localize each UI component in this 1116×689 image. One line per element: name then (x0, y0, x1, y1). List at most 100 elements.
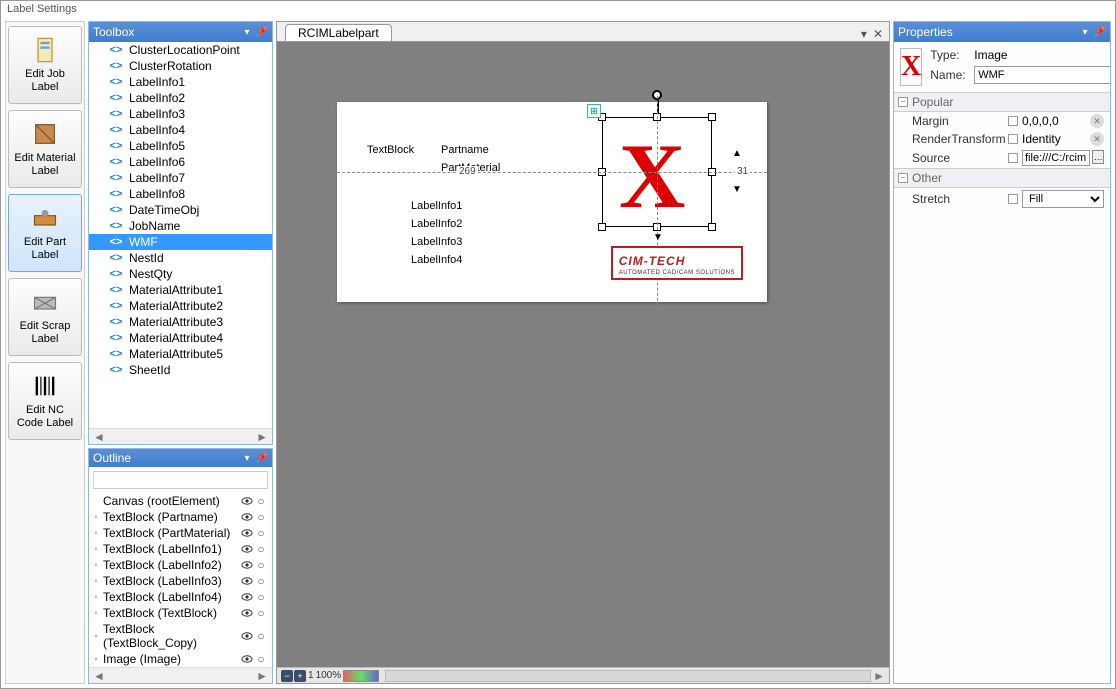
marker-icon[interactable] (1008, 194, 1018, 204)
expander-icon[interactable]: ◦ (91, 576, 101, 587)
outline-row[interactable]: ◦TextBlock (Partname)○ (89, 509, 272, 525)
tab-close-icon[interactable]: ✕ (873, 27, 883, 41)
edit-material-button[interactable]: Edit Material Label (8, 110, 82, 188)
outline-search[interactable] (93, 471, 268, 489)
outline-row[interactable]: ◦TextBlock (LabelInfo3)○ (89, 573, 272, 589)
outline-row[interactable]: ◦TextBlock (LabelInfo1)○ (89, 541, 272, 557)
eye-icon[interactable] (240, 558, 254, 572)
browse-icon[interactable]: … (1092, 150, 1104, 164)
toolbox-item[interactable]: <>WMF (89, 234, 272, 250)
label-sheet[interactable]: TextBlock Partname PartMaterial LabelInf… (337, 102, 767, 302)
lock-dot-icon[interactable]: ○ (256, 510, 266, 524)
expander-icon[interactable]: ◦ (91, 560, 101, 571)
expander-icon[interactable]: ◦ (91, 608, 101, 619)
lock-dot-icon[interactable]: ○ (256, 558, 266, 572)
eye-icon[interactable] (240, 526, 254, 540)
panel-dropdown-icon[interactable]: ▾ (245, 27, 250, 38)
toolbox-item[interactable]: <>MaterialAttribute5 (89, 346, 272, 362)
scroll-right-icon[interactable]: ► (256, 669, 268, 683)
pin-icon[interactable]: 📌 (1094, 27, 1106, 38)
textblock-label[interactable]: TextBlock (367, 144, 414, 156)
outline-list[interactable]: Canvas (rootElement)○◦TextBlock (Partnam… (89, 493, 272, 667)
toolbox-item[interactable]: <>MaterialAttribute2 (89, 298, 272, 314)
marker-icon[interactable] (1008, 134, 1018, 144)
zoom-out-button[interactable]: − (281, 670, 293, 682)
zoom-in-button[interactable]: + (294, 670, 306, 682)
panel-dropdown-icon[interactable]: ▾ (245, 453, 250, 464)
toolbox-item[interactable]: <>JobName (89, 218, 272, 234)
toolbox-item[interactable]: <>NestId (89, 250, 272, 266)
outline-row[interactable]: ◦Image (Image)○ (89, 651, 272, 667)
marker-icon[interactable] (1008, 153, 1018, 163)
toolbox-item[interactable]: <>LabelInfo8 (89, 186, 272, 202)
toolbox-header[interactable]: Toolbox ▾ 📌 (89, 22, 272, 42)
eye-icon[interactable] (240, 629, 254, 643)
lock-dot-icon[interactable]: ○ (256, 494, 266, 508)
eye-icon[interactable] (240, 574, 254, 588)
outline-row[interactable]: ◦TextBlock (LabelInfo2)○ (89, 557, 272, 573)
source-input[interactable] (1022, 150, 1090, 166)
expander-icon[interactable]: ◦ (91, 631, 101, 642)
design-canvas[interactable]: TextBlock Partname PartMaterial LabelInf… (277, 42, 889, 667)
labelinfo3-text[interactable]: LabelInfo3 (411, 236, 462, 248)
lock-dot-icon[interactable]: ○ (256, 526, 266, 540)
toolbox-item[interactable]: <>LabelInfo5 (89, 138, 272, 154)
toolbox-item[interactable]: <>MaterialAttribute4 (89, 330, 272, 346)
expander-icon[interactable]: ◦ (91, 544, 101, 555)
brand-logo[interactable]: CIM-TECH AUTOMATED CAD/CAM SOLUTIONS (611, 246, 743, 280)
scroll-right-icon[interactable]: ► (873, 669, 885, 683)
toolbox-item[interactable]: <>DateTimeObj (89, 202, 272, 218)
edit-part-button[interactable]: Edit Part Label (8, 194, 82, 272)
toolbox-item[interactable]: <>LabelInfo4 (89, 122, 272, 138)
outline-header[interactable]: Outline ▾ 📌 (89, 449, 272, 467)
properties-header[interactable]: Properties ▾ 📌 (894, 22, 1110, 42)
stretch-select[interactable]: Fill (1022, 190, 1104, 208)
hscroll-track[interactable] (385, 670, 871, 682)
collapse-icon[interactable]: − (898, 173, 908, 183)
lock-dot-icon[interactable]: ○ (256, 574, 266, 588)
labelinfo2-text[interactable]: LabelInfo2 (411, 218, 462, 230)
eye-icon[interactable] (240, 494, 254, 508)
toolbox-item[interactable]: <>MaterialAttribute1 (89, 282, 272, 298)
expander-icon[interactable]: ◦ (91, 592, 101, 603)
expander-icon[interactable]: ◦ (91, 512, 101, 523)
pin-icon[interactable]: 📌 (256, 27, 268, 38)
outline-row[interactable]: Canvas (rootElement)○ (89, 493, 272, 509)
toolbox-item[interactable]: <>ClusterRotation (89, 58, 272, 74)
eye-icon[interactable] (240, 652, 254, 666)
labelinfo1-text[interactable]: LabelInfo1 (411, 200, 462, 212)
scroll-left-icon[interactable]: ◄ (93, 669, 105, 683)
marker-icon[interactable] (1008, 116, 1018, 126)
toolbox-item[interactable]: <>LabelInfo7 (89, 170, 272, 186)
eye-icon[interactable] (240, 606, 254, 620)
outline-row[interactable]: ◦TextBlock (PartMaterial)○ (89, 525, 272, 541)
scroll-right-icon[interactable]: ► (256, 430, 268, 444)
lock-dot-icon[interactable]: ○ (256, 590, 266, 604)
edit-nc-button[interactable]: Edit NC Code Label (8, 362, 82, 440)
clear-icon[interactable]: ✕ (1090, 132, 1104, 146)
section-popular[interactable]: − Popular (894, 92, 1110, 112)
outline-row[interactable]: ◦TextBlock (TextBlock)○ (89, 605, 272, 621)
lock-dot-icon[interactable]: ○ (256, 629, 266, 643)
labelinfo4-text[interactable]: LabelInfo4 (411, 254, 462, 266)
view-mode-toggle[interactable] (343, 670, 379, 682)
toolbox-item[interactable]: <>LabelInfo6 (89, 154, 272, 170)
toolbox-item[interactable]: <>NestQty (89, 266, 272, 282)
panel-dropdown-icon[interactable]: ▾ (1083, 27, 1088, 38)
section-other[interactable]: − Other (894, 168, 1110, 188)
edit-scrap-button[interactable]: Edit Scrap Label (8, 278, 82, 356)
toolbox-item[interactable]: <>LabelInfo1 (89, 74, 272, 90)
name-input[interactable] (974, 66, 1110, 84)
expander-icon[interactable]: ◦ (91, 528, 101, 539)
toolbox-item[interactable]: <>LabelInfo2 (89, 90, 272, 106)
eye-icon[interactable] (240, 510, 254, 524)
outline-row[interactable]: ◦TextBlock (TextBlock_Copy)○ (89, 621, 272, 651)
tab-menu-icon[interactable]: ▾ (861, 27, 867, 41)
toolbox-list[interactable]: <>ClusterLocationPoint<>ClusterRotation<… (89, 42, 272, 428)
scroll-left-icon[interactable]: ◄ (93, 430, 105, 444)
partname-text[interactable]: Partname (441, 144, 489, 156)
toolbox-item[interactable]: <>LabelInfo3 (89, 106, 272, 122)
document-tab[interactable]: RCIMLabelpart (285, 24, 392, 41)
collapse-icon[interactable]: − (898, 97, 908, 107)
lock-dot-icon[interactable]: ○ (256, 542, 266, 556)
